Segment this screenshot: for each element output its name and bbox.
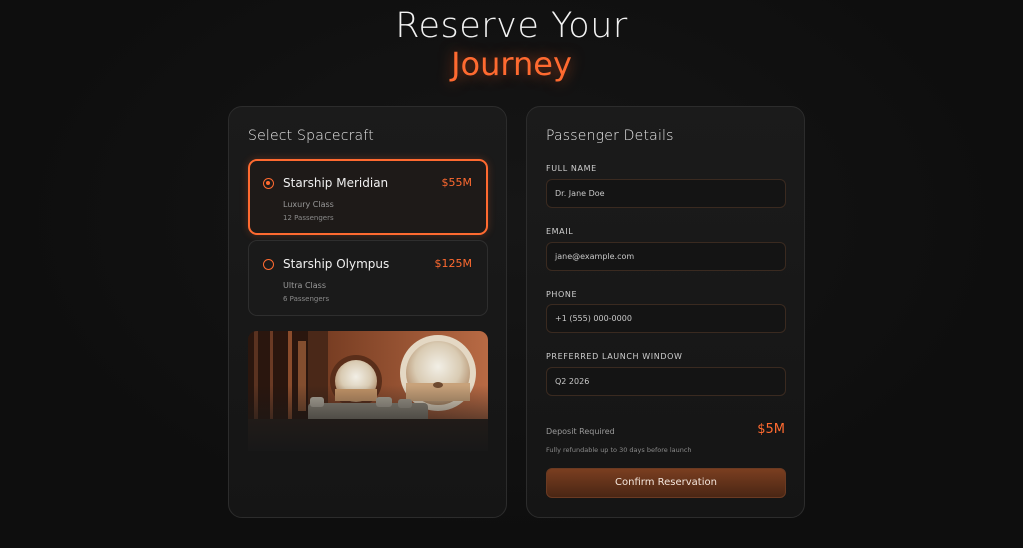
spacecraft-card: Select Spacecraft Starship Meridian $55M…	[228, 106, 507, 518]
radio-selected-icon[interactable]	[263, 178, 274, 189]
spacecraft-price: $55M	[441, 176, 473, 189]
spacecraft-class: Luxury Class	[283, 200, 334, 209]
passenger-card-title: Passenger Details	[546, 128, 674, 144]
spacecraft-interior-image	[248, 331, 488, 451]
reservation-page: Reserve Your Journey Select Spacecraft S…	[0, 0, 1023, 548]
launch-window-input[interactable]: Q2 2026	[546, 367, 786, 396]
phone-input[interactable]: +1 (555) 000-0000	[546, 304, 786, 333]
spacecraft-passengers: 12 Passengers	[283, 214, 334, 222]
page-title: Reserve Your Journey	[0, 6, 1023, 84]
spacecraft-passengers: 6 Passengers	[283, 295, 330, 303]
deposit-note: Fully refundable up to 30 days before la…	[546, 446, 692, 454]
confirm-reservation-button[interactable]: Confirm Reservation	[546, 468, 786, 498]
radio-unselected-icon[interactable]	[263, 259, 274, 270]
full-name-input[interactable]: Dr. Jane Doe	[546, 179, 786, 208]
launch-window-label: PREFERRED LAUNCH WINDOW	[546, 352, 683, 361]
spacecraft-price: $125M	[434, 257, 473, 270]
passenger-card: Passenger Details FULL NAME Dr. Jane Doe…	[526, 106, 805, 518]
email-label: EMAIL	[546, 227, 574, 236]
spacecraft-option-olympus[interactable]: Starship Olympus $125M Ultra Class 6 Pas…	[248, 240, 488, 316]
email-input[interactable]: jane@example.com	[546, 242, 786, 271]
deposit-value: $5M	[757, 422, 785, 437]
deposit-label: Deposit Required	[546, 427, 615, 436]
phone-label: PHONE	[546, 290, 578, 299]
spacecraft-class: Ultra Class	[283, 281, 326, 290]
title-line-2: Journey	[451, 45, 572, 83]
spacecraft-name: Starship Olympus	[283, 257, 390, 271]
spacecraft-name: Starship Meridian	[283, 176, 389, 190]
spacecraft-interior-illustration	[248, 331, 488, 451]
title-line-1: Reserve Your	[395, 6, 628, 46]
spacecraft-card-title: Select Spacecraft	[248, 128, 374, 144]
spacecraft-option-meridian[interactable]: Starship Meridian $55M Luxury Class 12 P…	[248, 159, 488, 235]
full-name-label: FULL NAME	[546, 164, 597, 173]
